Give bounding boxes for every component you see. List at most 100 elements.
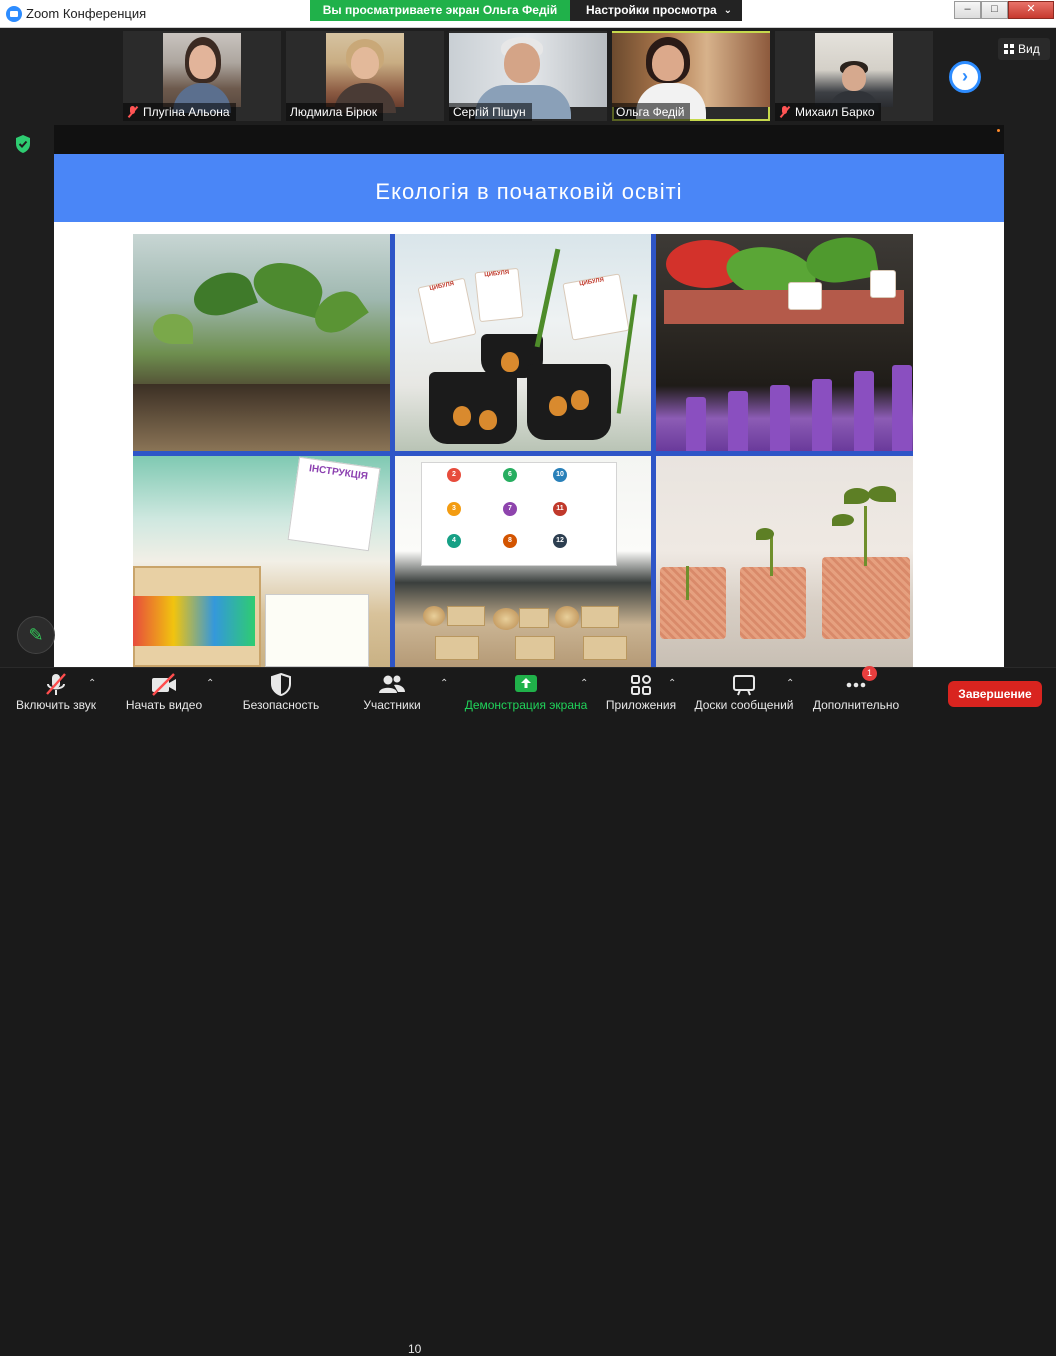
- pot: [527, 364, 611, 440]
- participants-count: 10: [408, 1342, 422, 1356]
- label-card: ЦИБУЛЯ: [417, 277, 477, 345]
- zoom-logo-icon: [6, 6, 22, 22]
- sprout-leaf: [844, 488, 870, 504]
- start-video-label: Начать видео: [125, 698, 203, 712]
- participants-label: Участники: [363, 698, 421, 712]
- planter-rim: [664, 290, 904, 324]
- wood-block: [435, 636, 479, 660]
- wood-slice: [493, 608, 519, 630]
- more-button[interactable]: 1 Дополнительно: [806, 666, 906, 718]
- view-settings-label: Настройки просмотра: [586, 3, 717, 17]
- sprout-leaf: [832, 514, 854, 526]
- participant-name-tag: Плугіна Альона: [123, 103, 236, 121]
- apps-label: Приложения: [605, 698, 677, 712]
- photo-onions: ЦИБУЛЯ ЦИБУЛЯ ЦИБУЛЯ: [395, 234, 651, 451]
- video-feed: [163, 33, 241, 113]
- onion-bulb: [479, 410, 497, 430]
- wood-block: [447, 606, 485, 626]
- minimize-button[interactable]: –: [954, 1, 981, 19]
- close-button[interactable]: ✕: [1008, 1, 1054, 19]
- label-card: ЦИБУЛЯ: [474, 267, 524, 323]
- face: [504, 43, 540, 83]
- shared-screen: Екологія в початковій освіті ЦИБУЛЯ ЦИБУ…: [54, 125, 1004, 667]
- participants-options-caret[interactable]: ⌃: [440, 678, 448, 689]
- video-feed: [612, 33, 770, 119]
- end-meeting-button[interactable]: Завершение: [948, 681, 1042, 707]
- face: [189, 45, 216, 79]
- participant-tile[interactable]: Людмила Бірюк: [286, 31, 444, 121]
- number-chip: 3: [447, 502, 461, 516]
- maximize-button[interactable]: □: [981, 1, 1008, 19]
- video-feed: [815, 33, 893, 111]
- video-feed: [449, 33, 607, 119]
- soil: [133, 384, 390, 451]
- shield-icon: [271, 672, 291, 697]
- number-chip: 6: [503, 468, 517, 482]
- view-settings-button[interactable]: Настройки просмотра ⌄: [570, 0, 742, 21]
- participants-icon: [379, 675, 405, 693]
- mic-muted-icon: [779, 106, 791, 118]
- meeting-toolbar: Включить звук ⌃ Начать видео ⌃ Безопасно…: [0, 666, 1056, 1356]
- share-screen-button[interactable]: Демонстрация экрана: [462, 668, 590, 718]
- shield-check-icon[interactable]: [14, 134, 32, 154]
- number-chip: 7: [503, 502, 517, 516]
- view-label: Вид: [1018, 42, 1040, 56]
- wood-block: [581, 606, 619, 628]
- fence-slat: [812, 379, 832, 451]
- onion-bulb: [453, 406, 471, 426]
- annotate-pencil-button[interactable]: ✎: [17, 616, 55, 654]
- sprout-stem: [864, 506, 867, 566]
- sprout-leaf: [756, 528, 774, 540]
- next-page-button[interactable]: ›: [949, 61, 981, 93]
- card-text: ЦИБУЛЯ: [578, 277, 605, 288]
- number-chip: 2: [447, 468, 461, 482]
- video-options-caret[interactable]: ⌃: [206, 678, 214, 689]
- participant-name-tag: Ольга Федій: [612, 103, 691, 121]
- label-card: [788, 282, 822, 310]
- number-chip: 11: [553, 502, 567, 516]
- apps-options-caret[interactable]: ⌃: [668, 678, 676, 689]
- fence-slat: [854, 371, 874, 451]
- participant-name: Плугіна Альона: [143, 105, 230, 119]
- share-options-caret[interactable]: ⌃: [580, 678, 588, 689]
- meeting-area: Плугіна Альона Людмила Бірюк Сергій Пішу…: [0, 28, 1056, 667]
- participants-button[interactable]: Участники: [352, 668, 432, 718]
- notification-badge: 1: [862, 666, 877, 681]
- participant-tile-active[interactable]: Ольга Федій: [612, 31, 770, 121]
- whiteboards-options-caret[interactable]: ⌃: [786, 678, 794, 689]
- participant-tile[interactable]: Плугіна Альона: [123, 31, 281, 121]
- photo-instruction: ІНСТРУКЦІЯ: [133, 456, 390, 667]
- whiteboards-button[interactable]: Доски сообщений: [690, 668, 798, 718]
- participant-name-tag: Михаил Барко: [775, 103, 881, 121]
- participant-tile[interactable]: Михаил Барко: [775, 31, 933, 121]
- number-chip: 8: [503, 534, 517, 548]
- fence-slat: [728, 391, 748, 451]
- number-chip: 4: [447, 534, 461, 548]
- participant-tile[interactable]: Сергій Пішун: [449, 31, 607, 121]
- participant-name: Людмила Бірюк: [290, 105, 378, 119]
- start-video-button[interactable]: Начать видео: [118, 668, 210, 718]
- photo-garden-box: [656, 234, 913, 451]
- security-label: Безопасность: [242, 698, 320, 712]
- fence-slat: [892, 365, 912, 451]
- audio-options-caret[interactable]: ⌃: [88, 678, 96, 689]
- wood-block: [515, 636, 555, 660]
- number-chip: 12: [553, 534, 567, 548]
- mic-muted-icon: [127, 106, 139, 118]
- grid-icon: [1004, 44, 1014, 54]
- video-off-icon: [152, 673, 176, 696]
- security-button[interactable]: Безопасность: [236, 668, 326, 718]
- participant-name: Ольга Федій: [616, 105, 685, 119]
- view-button[interactable]: Вид: [998, 38, 1050, 60]
- apps-button[interactable]: Приложения: [602, 668, 680, 718]
- unmute-button[interactable]: Включить звук: [8, 668, 104, 718]
- title-bar: Zoom Конференция Вы просматриваете экран…: [0, 0, 1056, 28]
- face: [842, 65, 866, 91]
- participant-name-tag: Сергій Пішун: [449, 103, 532, 121]
- indicator-dot: [997, 129, 1000, 132]
- booklet: [265, 594, 369, 667]
- more-label: Дополнительно: [812, 698, 900, 712]
- participant-name: Сергій Пішун: [453, 105, 526, 119]
- window-title: Zoom Конференция: [26, 6, 147, 21]
- photo-collage: ЦИБУЛЯ ЦИБУЛЯ ЦИБУЛЯ ІНСТРУКЦІЯ 2 6 10 3…: [133, 234, 913, 667]
